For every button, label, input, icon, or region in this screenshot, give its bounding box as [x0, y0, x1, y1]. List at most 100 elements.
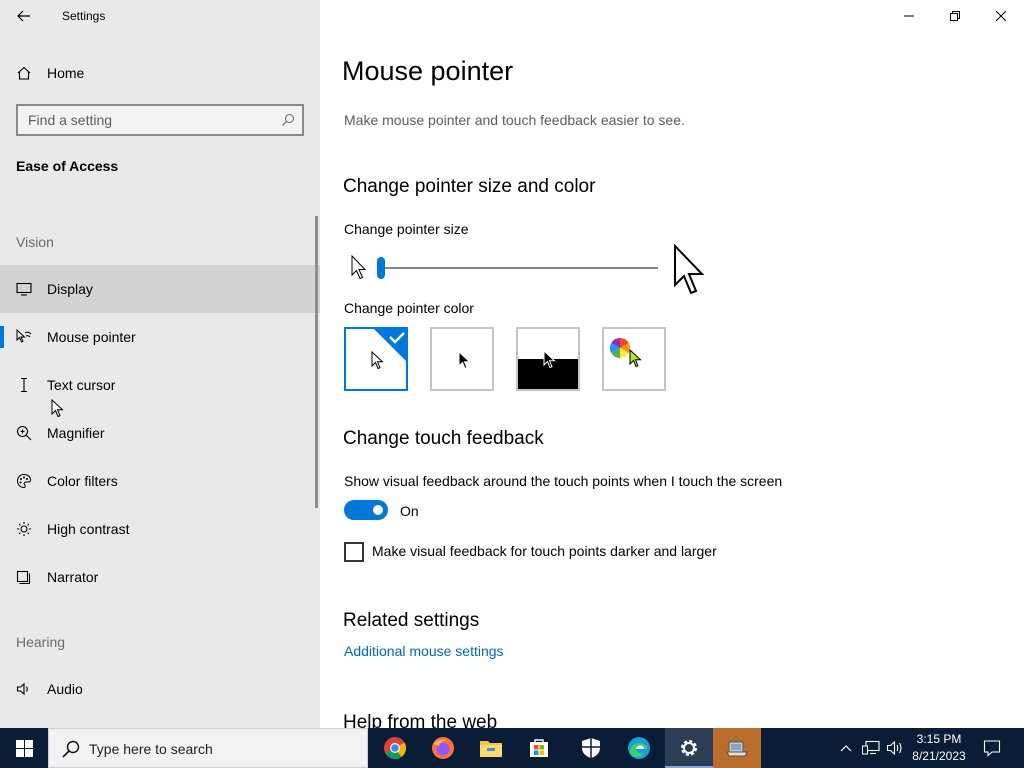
pointer-color-label: Change pointer color	[344, 300, 474, 316]
settings-icon	[681, 740, 697, 756]
custom-pointer-icon	[629, 349, 642, 368]
touch-feedback-label: Show visual feedback around the touch po…	[344, 473, 783, 489]
sidebar-item-label: Mouse pointer	[47, 329, 136, 345]
taskbar-search-box[interactable]: Type here to search	[48, 728, 368, 768]
page-description: Make mouse pointer and touch feedback ea…	[344, 112, 685, 128]
group-label-hearing: Hearing	[16, 634, 66, 650]
sidebar-item-label: High contrast	[47, 521, 130, 537]
file-explorer-icon	[480, 741, 502, 757]
sidebar-item-text-cursor[interactable]: Text cursor	[0, 361, 320, 409]
magnifier-icon	[15, 425, 33, 441]
pointer-size-slider[interactable]	[377, 256, 658, 280]
app-title: Settings	[62, 9, 106, 23]
pointer-color-custom[interactable]	[602, 327, 666, 391]
text-cursor-icon	[15, 377, 33, 393]
pointer-size-label: Change pointer size	[344, 221, 469, 237]
slider-track	[381, 267, 658, 269]
mouse-cursor-icon	[51, 399, 64, 418]
taskbar-search-placeholder: Type here to search	[89, 741, 213, 757]
security-icon	[582, 738, 600, 758]
slider-thumb[interactable]	[377, 257, 385, 279]
sidebar-scrollbar[interactable]	[315, 216, 318, 508]
sidebar-item-label: Text cursor	[47, 377, 116, 393]
firefox-icon	[432, 737, 454, 759]
search-icon	[282, 114, 294, 126]
search-icon	[62, 740, 80, 758]
taskbar-store[interactable]	[515, 728, 563, 768]
find-setting-input[interactable]: Find a setting	[16, 104, 304, 136]
taskbar-file-explorer[interactable]	[467, 728, 515, 768]
sidebar-item-display[interactable]: Display	[0, 265, 320, 313]
taskbar-security[interactable]	[567, 728, 615, 768]
volume-icon	[886, 740, 902, 756]
sidebar-item-label: Narrator	[47, 569, 99, 585]
network-button[interactable]	[859, 728, 883, 768]
taskbar-app[interactable]	[713, 728, 761, 768]
pointer-color-black[interactable]	[430, 327, 494, 391]
sidebar-item-high-contrast[interactable]: High contrast	[0, 505, 320, 553]
monitor-icon	[15, 281, 33, 297]
notification-icon	[983, 740, 1001, 757]
home-label: Home	[47, 65, 85, 81]
inverted-pointer-icon	[543, 350, 556, 369]
toggle-knob	[373, 505, 383, 515]
sidebar-item-label: Display	[47, 281, 93, 297]
mouse-pointer-icon	[15, 329, 33, 345]
section-heading-size-color: Change pointer size and color	[343, 176, 596, 197]
start-button[interactable]	[0, 728, 48, 768]
group-label-vision: Vision	[16, 234, 54, 250]
section-heading-touch: Change touch feedback	[343, 428, 544, 449]
store-icon	[530, 739, 548, 757]
taskbar-settings[interactable]	[665, 728, 713, 768]
title-bar-left: Settings	[0, 0, 320, 32]
sidebar-item-mouse-pointer[interactable]: Mouse pointer	[0, 313, 320, 361]
chrome-icon	[384, 737, 407, 760]
sidebar-item-color-filters[interactable]: Color filters	[0, 457, 320, 505]
taskbar-chrome[interactable]	[371, 728, 419, 768]
black-pointer-icon	[458, 351, 471, 370]
edge-icon	[628, 737, 650, 759]
action-center-button[interactable]	[978, 728, 1006, 768]
sidebar-item-narrator[interactable]: Narrator	[0, 553, 320, 601]
search-placeholder: Find a setting	[28, 112, 113, 128]
chevron-up-icon	[840, 745, 852, 752]
taskbar-firefox[interactable]	[419, 728, 467, 768]
sidebar-item-label: Color filters	[47, 473, 118, 489]
color-filters-icon	[15, 473, 33, 489]
section-heading-related: Related settings	[343, 610, 480, 631]
settings-sidebar: Settings Home Find a setting Ease of Acc…	[0, 0, 320, 728]
taskbar-edge[interactable]	[615, 728, 663, 768]
color-wheel-icon	[610, 338, 630, 358]
sidebar-item-magnifier[interactable]: Magnifier	[0, 409, 320, 457]
clock-date: 8/21/2023	[912, 749, 966, 763]
back-button[interactable]	[8, 4, 40, 28]
audio-icon	[15, 681, 33, 697]
pointer-color-white[interactable]	[344, 327, 408, 391]
sidebar-item-label: Audio	[47, 681, 83, 697]
sidebar-item-home[interactable]: Home	[0, 57, 320, 89]
windows-logo-icon	[15, 739, 33, 757]
main-content: Mouse pointer Make mouse pointer and tou…	[320, 0, 1024, 728]
network-icon	[862, 740, 880, 755]
taskbar-clock[interactable]: 3:15 PM 8/21/2023	[906, 731, 972, 765]
checkbox-label: Make visual feedback for touch points da…	[372, 543, 717, 559]
narrator-icon	[15, 569, 33, 585]
touch-feedback-toggle[interactable]	[344, 500, 388, 520]
page-title: Mouse pointer	[342, 56, 514, 86]
pointer-color-inverted[interactable]	[516, 327, 580, 391]
back-arrow-icon	[17, 10, 30, 22]
show-hidden-icons-button[interactable]	[836, 728, 856, 768]
darker-larger-checkbox[interactable]	[344, 542, 364, 562]
app-icon	[726, 741, 748, 757]
volume-button[interactable]	[884, 728, 906, 768]
home-icon	[17, 66, 31, 80]
high-contrast-icon	[15, 521, 33, 537]
sidebar-item-label: Magnifier	[47, 425, 105, 441]
small-pointer-icon	[351, 255, 367, 280]
sidebar-item-audio[interactable]: Audio	[0, 665, 320, 713]
white-pointer-icon	[371, 351, 384, 370]
selected-indicator	[0, 326, 4, 348]
additional-mouse-settings-link[interactable]: Additional mouse settings	[344, 643, 504, 659]
section-title: Ease of Access	[16, 158, 119, 174]
section-heading-help: Help from the web	[343, 712, 498, 728]
